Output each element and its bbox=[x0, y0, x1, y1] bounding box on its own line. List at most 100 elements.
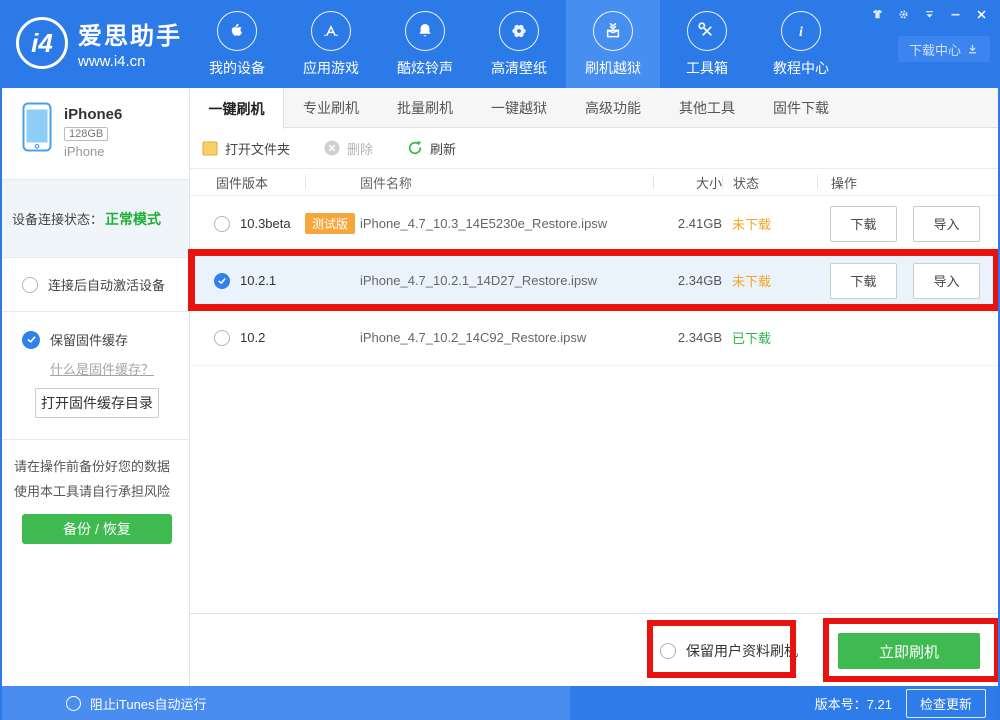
nav-item-flash-jailbreak[interactable]: 刷机越狱 bbox=[566, 0, 660, 88]
keep-user-data-label: 保留用户资料刷机 bbox=[686, 641, 798, 661]
minimize-icon[interactable] bbox=[947, 6, 964, 23]
auto-activate-label: 连接后自动激活设备 bbox=[48, 275, 165, 294]
flash-now-button[interactable]: 立即刷机 bbox=[838, 633, 980, 669]
delete-button[interactable]: 删除 bbox=[324, 139, 373, 158]
refresh-button[interactable]: 刷新 bbox=[407, 139, 456, 158]
column-header-actions: 操作 bbox=[817, 175, 998, 189]
device-name: iPhone6 bbox=[64, 106, 122, 123]
tab-firmware-download[interactable]: 固件下载 bbox=[754, 88, 848, 128]
connection-status-value: 正常模式 bbox=[105, 209, 161, 229]
delete-label: 删除 bbox=[347, 139, 373, 158]
download-button[interactable]: 下载 bbox=[830, 263, 897, 299]
toolbox-icon bbox=[687, 11, 727, 51]
version-number: 版本号：7.21 bbox=[815, 694, 892, 713]
tab-pro-flash[interactable]: 专业刷机 bbox=[284, 88, 378, 128]
nav-label: 酷炫铃声 bbox=[397, 58, 453, 78]
beta-badge: 测试版 bbox=[305, 213, 355, 234]
device-model: iPhone bbox=[64, 144, 122, 159]
firmware-version: 10.2.1 bbox=[240, 273, 276, 288]
open-cache-dir-button[interactable]: 打开固件缓存目录 bbox=[35, 388, 159, 418]
warning-line-1: 请在操作前备份好您的数据 bbox=[14, 454, 189, 479]
nav-item-ringtones[interactable]: 酷炫铃声 bbox=[378, 0, 472, 88]
backup-warning-section: 请在操作前备份好您的数据 使用本工具请自行承担风险 备份 / 恢复 bbox=[2, 440, 189, 556]
warning-line-2: 使用本工具请自行承担风险 bbox=[14, 479, 189, 504]
keep-cache-checkbox-checked[interactable] bbox=[22, 331, 40, 349]
device-sidebar: iPhone6 128GB iPhone 设备连接状态： 正常模式 连接后自动激… bbox=[2, 88, 190, 686]
nav-item-wallpapers[interactable]: 高清壁纸 bbox=[472, 0, 566, 88]
svg-text:i: i bbox=[799, 25, 803, 40]
nav-item-tutorials[interactable]: i 教程中心 bbox=[754, 0, 848, 88]
column-header-version: 固件版本 bbox=[190, 173, 305, 192]
tab-advanced-features[interactable]: 高级功能 bbox=[566, 88, 660, 128]
row-radio-unchecked[interactable] bbox=[214, 216, 230, 232]
gear-icon[interactable] bbox=[895, 6, 912, 23]
menu-dropdown-icon[interactable] bbox=[921, 6, 938, 23]
download-icon bbox=[966, 43, 979, 56]
open-folder-button[interactable]: 打开文件夹 bbox=[202, 139, 290, 158]
folder-icon bbox=[202, 141, 218, 156]
nav-item-my-device[interactable]: 我的设备 bbox=[190, 0, 284, 88]
main-content: 一键刷机 专业刷机 批量刷机 一键越狱 高级功能 其他工具 固件下载 打开文件夹… bbox=[190, 88, 998, 686]
delete-icon bbox=[324, 140, 340, 156]
keep-cache-option[interactable]: 保留固件缓存 bbox=[22, 330, 189, 349]
firmware-status: 已下载 bbox=[722, 328, 817, 347]
app-website: www.i4.cn bbox=[78, 53, 182, 70]
tab-other-tools[interactable]: 其他工具 bbox=[660, 88, 754, 128]
firmware-filename: iPhone_4.7_10.2_14C92_Restore.ipsw bbox=[360, 330, 653, 345]
import-button[interactable]: 导入 bbox=[913, 263, 980, 299]
firmware-size: 2.41GB bbox=[653, 216, 722, 231]
block-itunes-option[interactable]: 阻止iTunes自动运行 bbox=[2, 686, 570, 720]
nav-item-apps-games[interactable]: 应用游戏 bbox=[284, 0, 378, 88]
firmware-row-10-3beta[interactable]: 10.3beta 测试版 iPhone_4.7_10.3_14E5230e_Re… bbox=[190, 196, 998, 252]
refresh-icon bbox=[407, 140, 423, 156]
firmware-row-10-2-1[interactable]: 10.2.1 iPhone_4.7_10.2.1_14D27_Restore.i… bbox=[190, 252, 998, 310]
keep-cache-label: 保留固件缓存 bbox=[50, 330, 128, 349]
connection-status-label: 设备连接状态： bbox=[12, 209, 103, 228]
download-center-label: 下载中心 bbox=[909, 40, 961, 59]
import-button[interactable]: 导入 bbox=[913, 206, 980, 242]
firmware-toolbar: 打开文件夹 删除 刷新 bbox=[190, 128, 998, 168]
flash-jailbreak-icon bbox=[593, 11, 633, 51]
auto-activate-radio[interactable] bbox=[22, 277, 38, 293]
keep-user-data-radio[interactable] bbox=[660, 643, 676, 659]
nav-label: 工具箱 bbox=[686, 58, 728, 78]
apple-icon bbox=[217, 11, 257, 51]
keep-user-data-option[interactable]: 保留用户资料刷机 bbox=[660, 641, 798, 661]
firmware-filename: iPhone_4.7_10.3_14E5230e_Restore.ipsw bbox=[360, 216, 653, 231]
backup-restore-button[interactable]: 备份 / 恢复 bbox=[22, 514, 172, 544]
firmware-table-header: 固件版本 固件名称 大小 状态 操作 bbox=[190, 168, 998, 196]
what-is-cache-link[interactable]: 什么是固件缓存？ bbox=[50, 359, 154, 378]
bell-icon bbox=[405, 11, 445, 51]
main-nav: 我的设备 应用游戏 酷炫铃声 bbox=[190, 0, 848, 88]
nav-label: 应用游戏 bbox=[303, 58, 359, 78]
firmware-status: 未下载 bbox=[722, 214, 817, 233]
header-bar: i4 爱思助手 www.i4.cn 我的设备 bbox=[2, 0, 998, 88]
check-update-button[interactable]: 检查更新 bbox=[906, 689, 986, 718]
download-center-button[interactable]: 下载中心 bbox=[898, 36, 990, 62]
firmware-version: 10.2 bbox=[240, 330, 265, 345]
firmware-row-10-2[interactable]: 10.2 iPhone_4.7_10.2_14C92_Restore.ipsw … bbox=[190, 310, 998, 366]
refresh-label: 刷新 bbox=[430, 139, 456, 158]
nav-label: 教程中心 bbox=[773, 58, 829, 78]
column-divider bbox=[305, 175, 360, 189]
firmware-size: 2.34GB bbox=[653, 330, 722, 345]
nav-item-toolbox[interactable]: 工具箱 bbox=[660, 0, 754, 88]
open-folder-label: 打开文件夹 bbox=[225, 139, 290, 158]
row-radio-unchecked[interactable] bbox=[214, 330, 230, 346]
tutorial-icon: i bbox=[781, 11, 821, 51]
tab-one-click-jailbreak[interactable]: 一键越狱 bbox=[472, 88, 566, 128]
firmware-size: 2.34GB bbox=[653, 273, 722, 288]
skin-icon[interactable] bbox=[869, 6, 886, 23]
firmware-status: 未下载 bbox=[722, 271, 817, 290]
auto-activate-option[interactable]: 连接后自动激活设备 bbox=[2, 258, 189, 312]
window-controls bbox=[869, 6, 990, 23]
status-bar: 阻止iTunes自动运行 版本号：7.21 检查更新 bbox=[2, 686, 998, 720]
row-radio-checked[interactable] bbox=[214, 273, 230, 289]
close-icon[interactable] bbox=[973, 6, 990, 23]
wallpaper-icon bbox=[499, 11, 539, 51]
tab-one-click-flash[interactable]: 一键刷机 bbox=[190, 88, 284, 129]
block-itunes-radio[interactable] bbox=[66, 696, 81, 711]
download-button[interactable]: 下载 bbox=[830, 206, 897, 242]
device-capacity-badge: 128GB bbox=[64, 127, 108, 141]
tab-batch-flash[interactable]: 批量刷机 bbox=[378, 88, 472, 128]
